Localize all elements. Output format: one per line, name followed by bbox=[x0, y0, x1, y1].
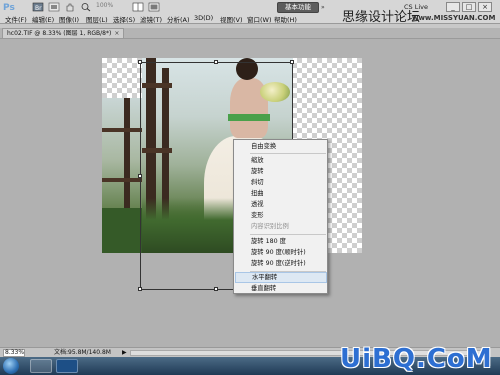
menu-analysis[interactable]: 分析(A) bbox=[167, 14, 190, 24]
menu-item-flip-horizontal[interactable]: 水平翻转 bbox=[235, 272, 327, 283]
photo-left-fence-strip bbox=[102, 98, 142, 253]
menu-item-distort[interactable]: 扭曲 bbox=[235, 188, 327, 199]
cs-live-button[interactable]: CS Live bbox=[404, 3, 428, 11]
menu-select[interactable]: 选择(S) bbox=[113, 14, 135, 24]
menu-item-rotate-90-cw[interactable]: 旋转 90 度(顺时针) bbox=[235, 247, 327, 258]
zoom-level-field[interactable]: 8.33% bbox=[3, 349, 25, 357]
menu-view[interactable]: 视图(V) bbox=[220, 14, 243, 24]
document-tab-title: hc02.TIF @ 8.33% (图层 1, RGB/8*) bbox=[7, 30, 112, 37]
transform-handle-bottom[interactable] bbox=[214, 287, 218, 291]
menu-item-rotate[interactable]: 旋转 bbox=[235, 166, 327, 177]
menu-image[interactable]: 图像(I) bbox=[59, 14, 79, 24]
menu-separator bbox=[250, 234, 326, 235]
transform-handle-bottom-left[interactable] bbox=[138, 287, 142, 291]
menu-item-skew[interactable]: 斜切 bbox=[235, 177, 327, 188]
taskbar-explorer-icon[interactable] bbox=[30, 359, 52, 373]
close-button[interactable]: × bbox=[478, 2, 492, 12]
photoshop-logo: Ps bbox=[3, 3, 15, 13]
transform-handle-top-left[interactable] bbox=[138, 60, 142, 64]
menu-separator bbox=[250, 153, 326, 154]
menu-item-flip-vertical[interactable]: 垂直翻转 bbox=[235, 283, 327, 294]
menu-3d[interactable]: 3D(D) bbox=[194, 14, 213, 22]
document-tab[interactable]: hc02.TIF @ 8.33% (图层 1, RGB/8*) × bbox=[2, 28, 125, 38]
svg-text:Br: Br bbox=[35, 5, 42, 12]
app-menubar: Ps Br 100% 文件(F) 编辑(E) 图像(I) 图层(L) 选择(S)… bbox=[0, 0, 500, 25]
workspace-dropdown-arrow[interactable]: » bbox=[321, 4, 325, 11]
menu-filter[interactable]: 滤镜(T) bbox=[140, 14, 162, 24]
transform-handle-top-right[interactable] bbox=[290, 60, 294, 64]
taskbar-photoshop-icon[interactable] bbox=[56, 359, 78, 373]
brand-watermark: UiBQ.CoM bbox=[340, 344, 493, 374]
site-watermark-url: www.MISSYUAN.COM bbox=[412, 14, 496, 22]
workspace-switcher-button[interactable]: 基本功能 bbox=[277, 2, 319, 13]
menu-layer[interactable]: 图层(L) bbox=[86, 14, 108, 24]
menu-help[interactable]: 帮助(H) bbox=[274, 14, 297, 24]
menu-file[interactable]: 文件(F) bbox=[5, 14, 27, 24]
menu-item-content-aware-scale: 内容识别比例 bbox=[251, 223, 289, 230]
arrange-docs-icon[interactable] bbox=[132, 2, 144, 12]
start-button-icon[interactable] bbox=[3, 358, 19, 374]
transform-handle-left[interactable] bbox=[138, 174, 142, 178]
menu-item-rotate-180[interactable]: 旋转 180 度 bbox=[235, 236, 327, 247]
transform-handle-top[interactable] bbox=[214, 60, 218, 64]
minimize-button[interactable]: _ bbox=[446, 2, 460, 12]
menu-edit[interactable]: 编辑(E) bbox=[32, 14, 54, 24]
hand-tool-icon[interactable] bbox=[64, 2, 76, 12]
mini-bridge-icon[interactable] bbox=[48, 2, 60, 12]
menu-window[interactable]: 窗口(W) bbox=[247, 14, 272, 24]
bridge-icon[interactable]: Br bbox=[32, 2, 44, 12]
maximize-button[interactable]: □ bbox=[462, 2, 476, 12]
menu-item-scale[interactable]: 缩放 bbox=[235, 155, 327, 166]
menu-item-warp[interactable]: 变形 bbox=[235, 210, 327, 221]
zoom-level-menu[interactable]: 100% bbox=[96, 2, 113, 12]
status-menu-arrow-icon[interactable]: ▶ bbox=[122, 349, 127, 356]
document-tab-close-icon[interactable]: × bbox=[114, 30, 119, 37]
menu-item-perspective[interactable]: 透视 bbox=[235, 199, 327, 210]
transform-context-menu: 自由变换 缩放 旋转 斜切 扭曲 透视 变形 内容识别比例 旋转 180 度 旋… bbox=[233, 139, 328, 294]
menu-item-rotate-90-ccw[interactable]: 旋转 90 度(逆时针) bbox=[235, 258, 327, 269]
screen-mode-icon[interactable] bbox=[148, 2, 160, 12]
menu-item-free-transform[interactable]: 自由变换 bbox=[235, 141, 327, 152]
zoom-tool-icon[interactable] bbox=[80, 2, 92, 12]
document-size-info: 文档:95.8M/140.8M bbox=[54, 349, 111, 356]
